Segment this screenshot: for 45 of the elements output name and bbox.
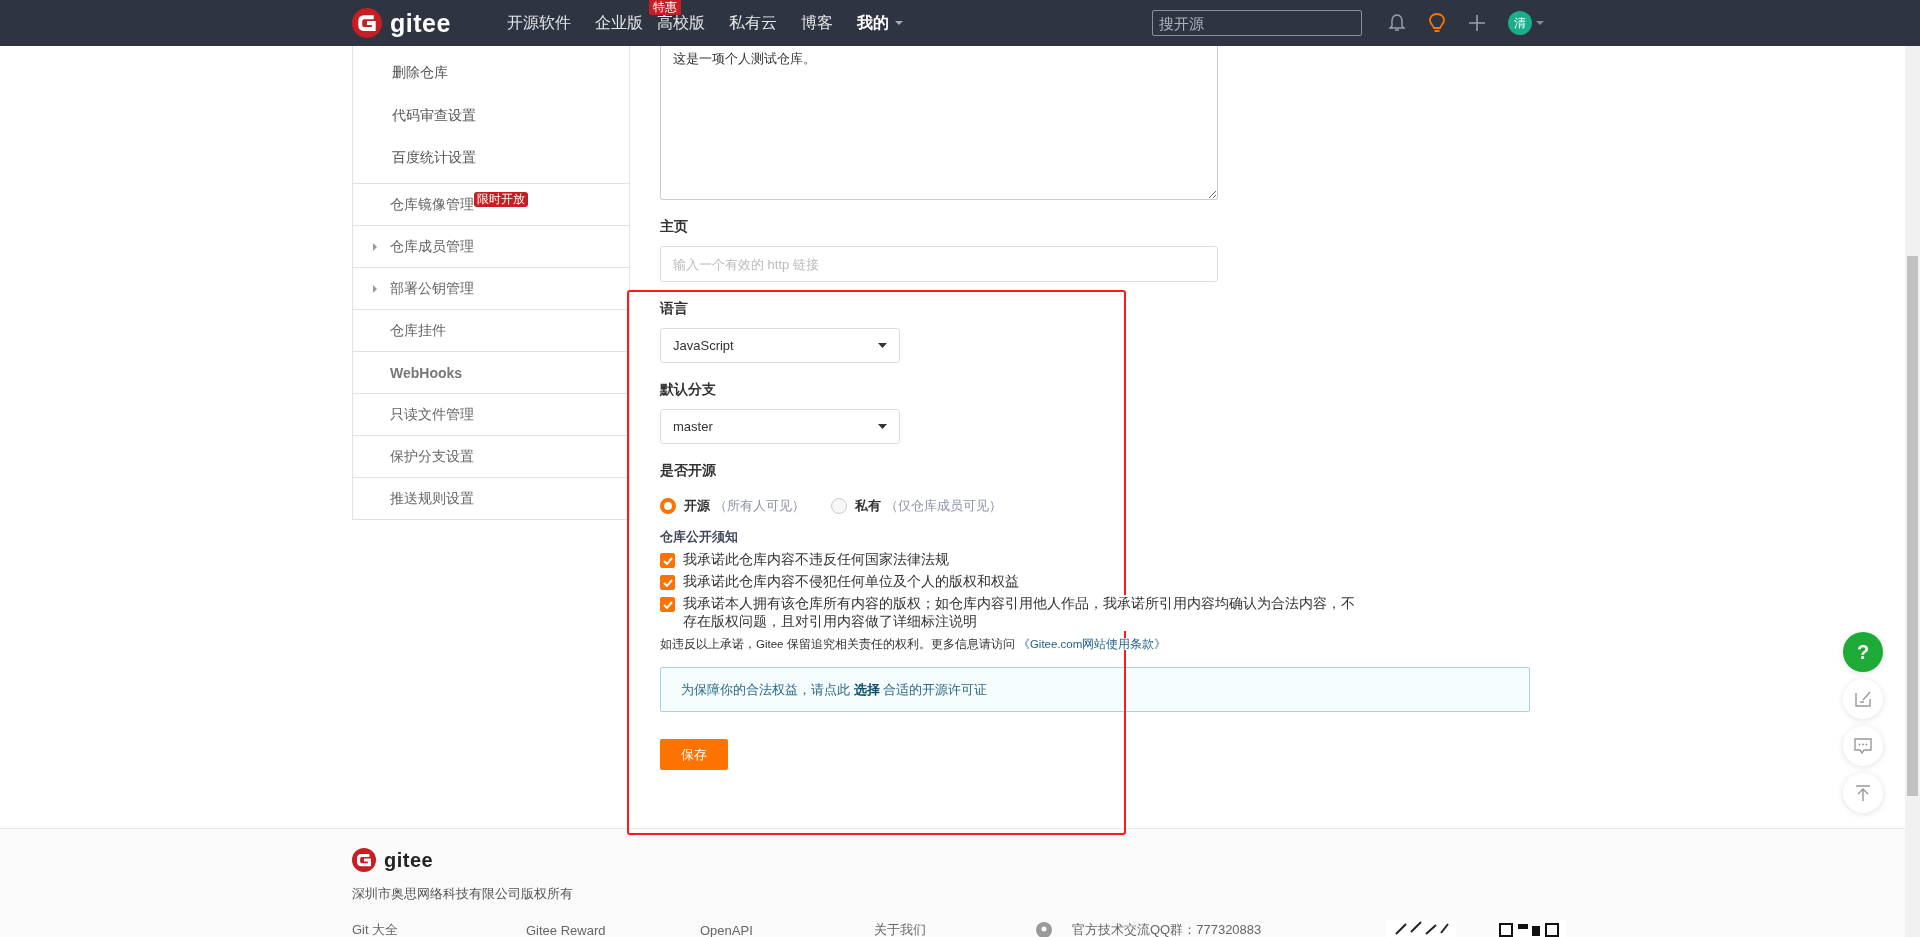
nav-link[interactable]: 开源软件 [506, 12, 571, 34]
nav-link[interactable]: 企业版 [594, 13, 643, 31]
nav-link[interactable]: 博客 [800, 12, 833, 34]
logo-text[interactable]: gitee [390, 8, 451, 38]
sidebar-item[interactable]: WebHooks [353, 351, 629, 393]
sidebar-item[interactable]: 只读文件管理 [353, 393, 629, 435]
footer-link[interactable]: Git 大全 [352, 921, 526, 937]
section-title: 仓库公开须知 [660, 528, 738, 546]
pledge-text[interactable]: 我承诺此仓库内容不侵犯任何单位及个人的版权和权益 [683, 573, 1019, 591]
dropdown[interactable]: master [660, 409, 900, 444]
radio-hint: （所有人可见） [714, 497, 805, 515]
promo-badge: 特惠 [648, 0, 681, 15]
radio-hint: （仅仓库成员可见） [885, 497, 1002, 515]
pledge-text[interactable]: 我承诺本人拥有该仓库所有内容的版权；如仓库内容引用他人作品，我承诺所引用内容均确认为合法内容，不存在版权问题，且对引用内容做了详细标注说明 [683, 595, 1355, 631]
field-label: 是否开源 [660, 461, 716, 480]
footer-link[interactable]: Gitee Reward [526, 922, 700, 937]
sidebar-item[interactable]: 删除仓库 [353, 51, 629, 94]
sidebar-item[interactable]: 代码审查设置 [353, 94, 629, 137]
nav-menu[interactable]: 我的 [856, 12, 904, 34]
pledge-text[interactable]: 我承诺此仓库内容不违反任何国家法律法规 [683, 551, 949, 569]
limited-badge: 限时开放 [474, 192, 528, 207]
logo-text[interactable]: gitee [384, 848, 434, 872]
sidebar-item[interactable]: 仓库挂件 [353, 309, 629, 351]
description-field[interactable]: 这是一项个人测试仓库。 [660, 46, 1218, 200]
field-label: 主页 [660, 217, 688, 236]
field-label: 语言 [660, 299, 688, 318]
sidebar-item[interactable]: 仓库成员管理 [353, 225, 629, 267]
search-field[interactable]: 搜开源 [1152, 10, 1362, 36]
sidebar-label[interactable]: 仓库镜像管理 [390, 195, 474, 214]
nav-link[interactable]: 高校版 [656, 12, 705, 34]
sidebar-item[interactable]: 百度统计设置 [353, 137, 629, 183]
dropdown[interactable]: JavaScript [660, 328, 900, 363]
terms-note: 如违反以上承诺，Gitee 保留追究相关责任的权利。更多信息请访问 《Gitee.com网站使用条款》 [660, 637, 1167, 652]
sidebar-item[interactable]: 保护分支设置 [353, 435, 629, 477]
license-tip: 为保障你的合法权益，请点此 选择 合适的开源许可证 [660, 667, 1530, 712]
radio-label[interactable]: 私有 [855, 497, 881, 515]
nav-link[interactable]: 私有云 [728, 12, 777, 34]
copyright-text: 深圳市奥思网络科技有限公司版权所有 [352, 886, 574, 903]
radio-label[interactable]: 开源 [684, 497, 710, 515]
contact-text: 官方技术交流QQ群：777320883 [1072, 921, 1262, 937]
footer-link[interactable]: OpenAPI [700, 922, 874, 937]
footer-link[interactable]: 关于我们 [874, 921, 1036, 937]
sidebar-item[interactable]: 部署公钥管理 [353, 267, 629, 309]
field-label: 默认分支 [660, 380, 716, 399]
sidebar-item[interactable]: 推送规则设置 [353, 477, 629, 519]
